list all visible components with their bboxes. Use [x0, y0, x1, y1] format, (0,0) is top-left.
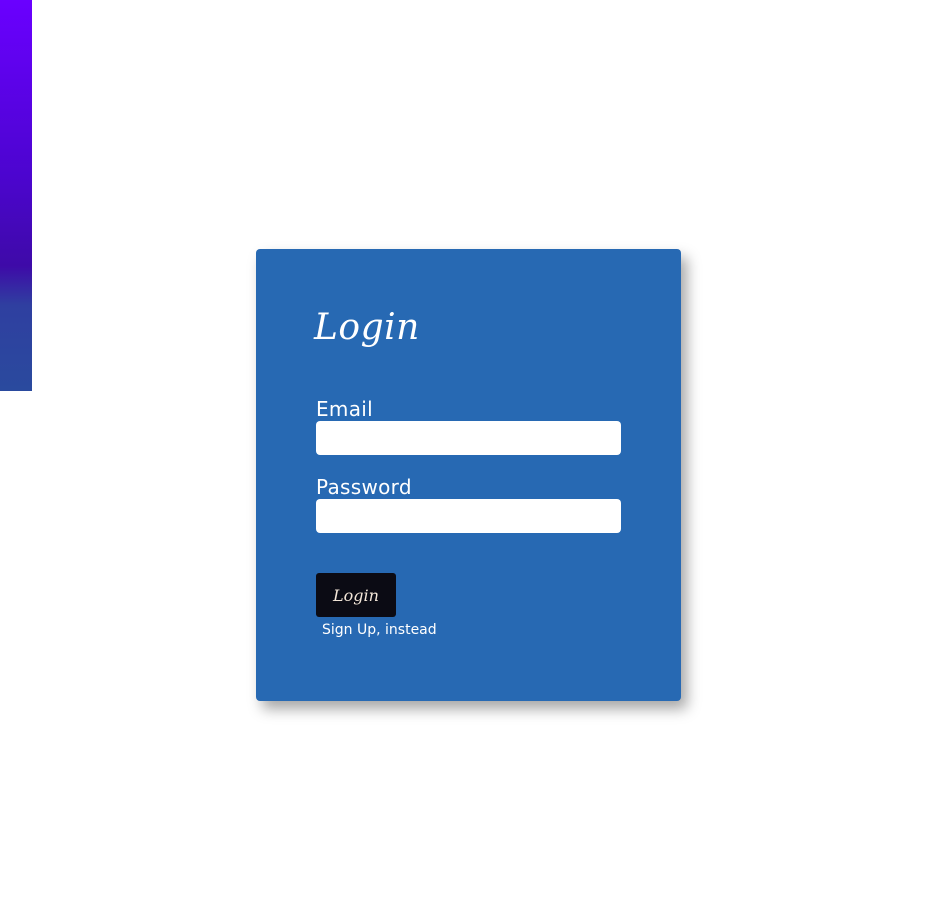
side-gradient-strip	[0, 0, 32, 391]
login-button[interactable]: Login	[316, 573, 396, 617]
email-field[interactable]	[316, 421, 621, 455]
login-title: Login	[314, 307, 420, 348]
password-label: Password	[316, 475, 412, 499]
email-label: Email	[316, 397, 373, 421]
login-card: Login Email Password Login Sign Up, inst…	[256, 249, 681, 701]
password-field[interactable]	[316, 499, 621, 533]
signup-link[interactable]: Sign Up, instead	[322, 622, 437, 638]
